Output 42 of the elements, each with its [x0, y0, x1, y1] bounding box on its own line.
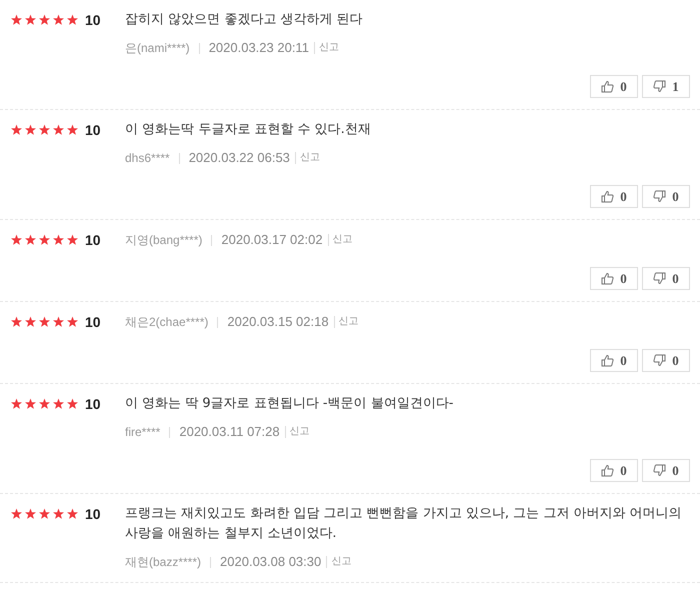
author-name: dhs6**** — [125, 152, 180, 164]
author-name: 지영(bang****) — [125, 234, 212, 246]
thumbs-down-icon — [653, 354, 666, 367]
like-button[interactable]: 0 — [590, 185, 638, 208]
dislike-button[interactable]: 1 — [642, 75, 690, 98]
thumbs-down-icon — [653, 190, 666, 203]
dislike-button[interactable]: 0 — [642, 459, 690, 482]
review-text: 잡히지 않았으면 좋겠다고 생각하게 된다 — [125, 11, 364, 29]
review-date: 2020.03.23 20:11 — [200, 42, 315, 54]
thumbs-down-icon — [653, 80, 666, 93]
score: 10 — [85, 122, 101, 138]
score: 10 — [85, 12, 101, 28]
dislike-button[interactable]: 0 — [642, 185, 690, 208]
review-date: 2020.03.08 03:30 — [211, 556, 328, 568]
review-date: 2020.03.17 02:02 — [212, 234, 329, 246]
author-name: 은(nami****) — [125, 42, 200, 54]
score: 10 — [85, 396, 101, 412]
review-date: 2020.03.15 02:18 — [218, 316, 335, 328]
review-date: 2020.03.22 06:53 — [180, 152, 296, 164]
thumbs-up-icon — [601, 272, 614, 285]
dislike-button[interactable]: 0 — [642, 349, 690, 372]
review-text: 이 영화는 딱 9글자로 표현됩니다 -백문이 불여일견이다- — [125, 395, 454, 413]
like-button[interactable]: 0 — [590, 459, 638, 482]
like-button[interactable]: 0 — [590, 75, 638, 98]
thumbs-up-icon — [601, 190, 614, 203]
like-button[interactable]: 0 — [590, 349, 638, 372]
review-date: 2020.03.11 07:28 — [170, 426, 286, 438]
score: 10 — [85, 506, 101, 522]
thumbs-up-icon — [601, 80, 614, 93]
review-text: 프랭크는 재치있고도 화려한 입담 그리고 뻔뻔함을 가지고 있으나, 그는 그저 아버지와 어머니의 사랑을 애원하는 철부지 소년이었다. — [125, 505, 683, 543]
score: 10 — [85, 314, 101, 330]
dislike-button[interactable]: 0 — [642, 267, 690, 290]
author-name: fire**** — [125, 426, 170, 438]
author-name: 재현(bazz****) — [125, 556, 212, 568]
thumbs-up-icon — [601, 354, 614, 367]
score: 10 — [85, 232, 101, 248]
review-text: 이 영화는딱 두글자로 표현할 수 있다.천재 — [125, 121, 372, 139]
author-name: 채은2(chae****) — [125, 316, 218, 328]
like-button[interactable]: 0 — [590, 267, 638, 290]
thumbs-down-icon — [653, 272, 666, 285]
thumbs-up-icon — [601, 464, 614, 477]
thumbs-down-icon — [653, 464, 666, 477]
